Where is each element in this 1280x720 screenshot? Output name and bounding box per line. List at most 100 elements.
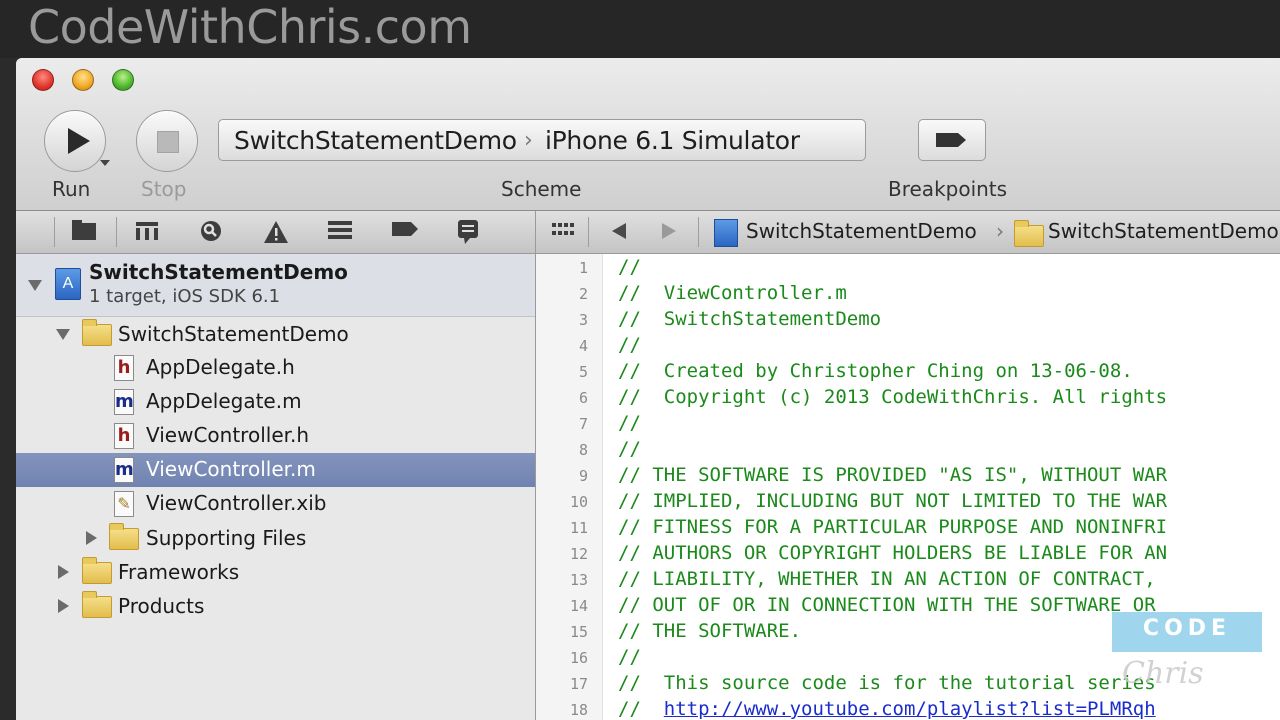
group-row[interactable]: SwitchStatementDemo	[16, 317, 535, 351]
search-navigator-icon[interactable]	[198, 219, 224, 245]
file-row-selected[interactable]: m ViewController.m	[16, 453, 535, 487]
scheme-target[interactable]: SwitchStatementDemo	[234, 126, 517, 155]
implementation-file-icon: m	[114, 389, 134, 415]
project-navigator: A SwitchStatementDemo 1 target, iOS SDK …	[16, 254, 536, 720]
code-line[interactable]: // ViewController.m	[618, 282, 847, 304]
project-subtitle: 1 target, iOS SDK 6.1	[89, 286, 281, 307]
comment-text: // Copyright (c) 2013 CodeWithChris. All…	[618, 386, 1168, 408]
log-navigator-icon[interactable]	[455, 219, 481, 245]
scheme-device[interactable]: iPhone 6.1 Simulator	[545, 126, 800, 155]
debug-navigator-icon[interactable]	[327, 219, 353, 245]
related-items-icon[interactable]	[550, 219, 576, 245]
file-label: AppDelegate.h	[146, 355, 295, 379]
group-row[interactable]: Supporting Files	[16, 521, 535, 555]
comment-text: //	[618, 412, 641, 434]
code-line[interactable]: // Created by Christopher Ching on 13-06…	[618, 360, 1133, 382]
line-number: 14	[569, 597, 588, 615]
code-line[interactable]: // OUT OF OR IN CONNECTION WITH THE SOFT…	[618, 594, 1156, 616]
file-row[interactable]: m AppDelegate.m	[16, 385, 535, 419]
video-banner: CodeWithChris.com	[0, 0, 1280, 58]
comment-text: //	[618, 438, 641, 460]
url-link[interactable]: http://www.youtube.com/playlist?list=PLM…	[664, 698, 1156, 720]
comment-text: //	[618, 646, 641, 668]
implementation-file-icon: m	[114, 457, 134, 483]
xcode-project-icon: A	[55, 268, 81, 300]
minimize-window-button[interactable]	[72, 69, 94, 91]
file-row[interactable]: h AppDelegate.h	[16, 351, 535, 385]
code-line[interactable]: //	[618, 438, 641, 460]
code-line[interactable]: // http://www.youtube.com/playlist?list=…	[618, 698, 1156, 720]
run-menu-caret-icon[interactable]	[100, 160, 110, 166]
disclosure-triangle-icon[interactable]	[28, 280, 42, 291]
breakpoints-button[interactable]	[918, 119, 986, 161]
line-number: 10	[569, 493, 588, 511]
comment-text: // LIABILITY, WHETHER IN AN ACTION OF CO…	[618, 568, 1156, 590]
zoom-window-button[interactable]	[112, 69, 134, 91]
group-row[interactable]: Frameworks	[16, 555, 535, 589]
close-window-button[interactable]	[32, 69, 54, 91]
group-label: Supporting Files	[146, 526, 307, 550]
line-number-gutter: 1 2 3 4 5 6 7 8 9 10 11 12 13 14 15 16 17 18	[536, 254, 603, 720]
code-line[interactable]: //	[618, 256, 641, 278]
comment-text: // THE SOFTWARE.	[618, 620, 802, 642]
jump-bar-group[interactable]: SwitchStatementDemo	[1048, 219, 1279, 243]
forward-arrow-icon[interactable]	[662, 223, 676, 239]
warning-navigator-icon[interactable]	[263, 219, 289, 245]
code-line[interactable]: // AUTHORS OR COPYRIGHT HOLDERS BE LIABL…	[618, 542, 1167, 564]
code-line[interactable]: //	[618, 334, 641, 356]
group-row[interactable]: Products	[16, 589, 535, 623]
code-line[interactable]: // This source code is for the tutorial …	[618, 672, 1156, 694]
run-button[interactable]	[44, 110, 106, 172]
scheme-selector[interactable]: SwitchStatementDemo › iPhone 6.1 Simulat…	[218, 119, 866, 161]
comment-text: // THE SOFTWARE IS PROVIDED "AS IS", WIT…	[618, 464, 1168, 486]
code-line[interactable]: // THE SOFTWARE.	[618, 620, 801, 642]
scheme-separator-icon: ›	[524, 128, 533, 153]
channel-watermark: CODE Chris	[1112, 612, 1262, 702]
disclosure-triangle-icon[interactable]	[56, 329, 70, 340]
stop-label: Stop	[141, 177, 187, 201]
line-number: 7	[578, 415, 588, 433]
comment-text: //	[618, 334, 641, 356]
comment-text: // OUT OF OR IN CONNECTION WITH THE SOFT…	[618, 594, 1156, 616]
divider	[588, 217, 589, 247]
code-line[interactable]: // SwitchStatementDemo	[618, 308, 881, 330]
folder-icon	[82, 591, 112, 618]
code-line[interactable]: //	[618, 412, 641, 434]
watermark-chris: Chris	[1122, 656, 1204, 691]
breakpoint-icon	[936, 133, 966, 147]
project-file-icon	[714, 219, 738, 247]
jump-bar-separator-icon: ›	[996, 219, 1004, 243]
folder-navigator-icon[interactable]	[71, 219, 97, 245]
line-number: 2	[578, 285, 588, 303]
comment-text: //	[618, 256, 641, 278]
code-line[interactable]: // FITNESS FOR A PARTICULAR PURPOSE AND …	[618, 516, 1167, 538]
divider	[54, 217, 55, 247]
comment-text: // SwitchStatementDemo	[618, 308, 882, 330]
disclosure-triangle-icon[interactable]	[86, 531, 97, 545]
code-line[interactable]: // LIABILITY, WHETHER IN AN ACTION OF CO…	[618, 568, 1156, 590]
symbol-navigator-icon[interactable]	[134, 219, 160, 245]
folder-icon	[1014, 220, 1044, 247]
code-line[interactable]: // THE SOFTWARE IS PROVIDED "AS IS", WIT…	[618, 464, 1167, 486]
folder-icon	[109, 523, 139, 550]
divider	[116, 217, 117, 247]
line-number: 4	[578, 337, 588, 355]
jump-bar-project[interactable]: SwitchStatementDemo	[746, 219, 977, 243]
site-title: CodeWithChris.com	[28, 0, 472, 54]
code-line[interactable]: // Copyright (c) 2013 CodeWithChris. All…	[618, 386, 1167, 408]
line-number: 13	[569, 571, 588, 589]
file-row[interactable]: ✎ ViewController.xib	[16, 487, 535, 521]
disclosure-triangle-icon[interactable]	[58, 599, 69, 613]
code-line[interactable]: //	[618, 646, 641, 668]
folder-icon	[82, 319, 112, 346]
stop-button[interactable]	[136, 110, 198, 172]
breakpoint-navigator-icon[interactable]	[391, 219, 418, 245]
line-number: 1	[578, 259, 588, 277]
file-row[interactable]: h ViewController.h	[16, 419, 535, 453]
disclosure-triangle-icon[interactable]	[58, 565, 69, 579]
project-row[interactable]: A SwitchStatementDemo 1 target, iOS SDK …	[16, 254, 535, 317]
code-line[interactable]: // IMPLIED, INCLUDING BUT NOT LIMITED TO…	[618, 490, 1167, 512]
header-file-icon: h	[114, 355, 134, 381]
back-arrow-icon[interactable]	[612, 223, 626, 239]
run-label: Run	[52, 177, 91, 201]
